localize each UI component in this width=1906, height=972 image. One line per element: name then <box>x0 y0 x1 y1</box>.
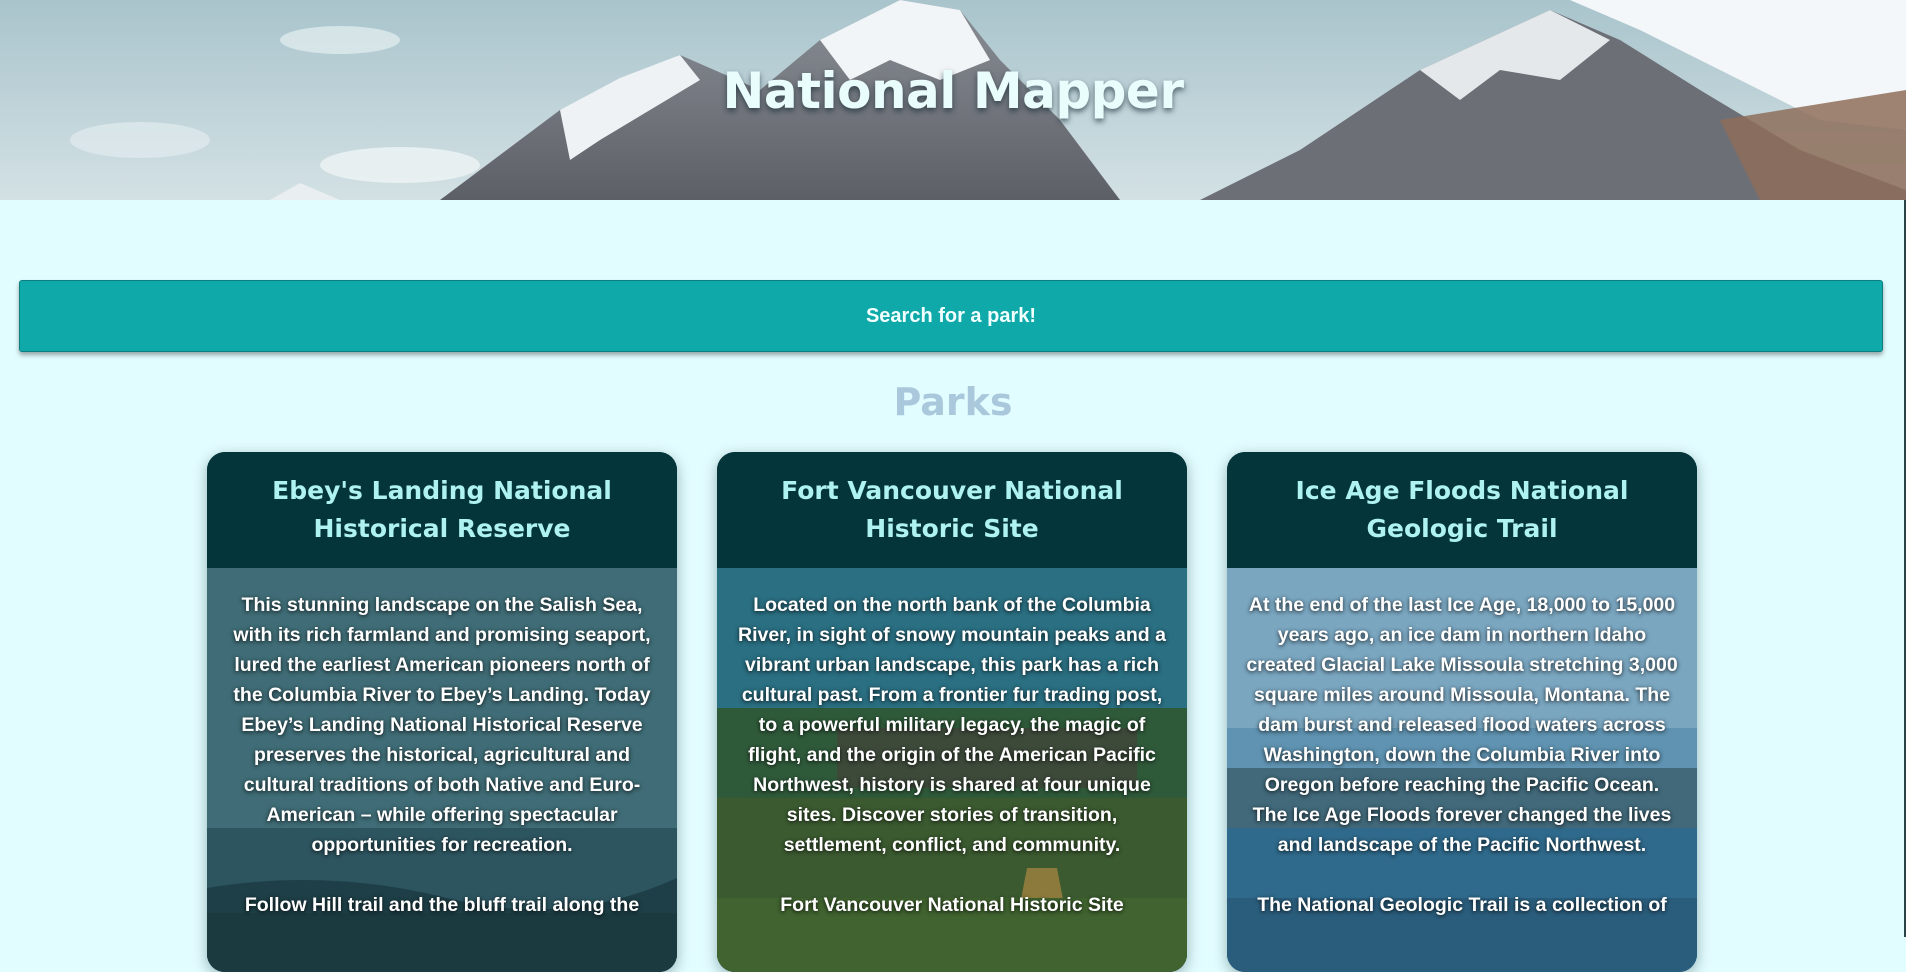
parks-heading: Parks <box>893 380 1013 424</box>
hero-banner: National Mapper <box>0 0 1906 200</box>
search-park-button[interactable]: Search for a park! <box>19 280 1883 352</box>
park-card[interactable]: Fort Vancouver National Historic Site Lo… <box>717 452 1187 972</box>
park-description: This stunning landscape on the Salish Se… <box>233 594 651 856</box>
park-card-header: Ice Age Floods National Geologic Trail <box>1227 452 1697 568</box>
park-more-text: Follow Hill trail and the bluff trail al… <box>244 894 640 916</box>
park-name: Fort Vancouver National Historic Site <box>781 476 1123 543</box>
park-card-body: Located on the north bank of the Columbi… <box>717 568 1187 972</box>
park-card[interactable]: Ice Age Floods National Geologic Trail A… <box>1227 452 1697 972</box>
park-card-body: This stunning landscape on the Salish Se… <box>207 568 677 972</box>
park-more-text: The National Geologic Trail is a collect… <box>1257 894 1667 916</box>
park-more-text: Fort Vancouver National Historic Site <box>780 894 1124 916</box>
park-card-header: Fort Vancouver National Historic Site <box>717 452 1187 568</box>
park-name: Ice Age Floods National Geologic Trail <box>1295 476 1629 543</box>
park-description: Located on the north bank of the Columbi… <box>737 594 1166 856</box>
park-card-body: At the end of the last Ice Age, 18,000 t… <box>1227 568 1697 972</box>
park-card[interactable]: Ebey's Landing National Historical Reser… <box>207 452 677 972</box>
park-description: At the end of the last Ice Age, 18,000 t… <box>1246 594 1678 856</box>
site-title: National Mapper <box>722 62 1184 120</box>
park-name: Ebey's Landing National Historical Reser… <box>272 476 612 543</box>
park-card-header: Ebey's Landing National Historical Reser… <box>207 452 677 568</box>
